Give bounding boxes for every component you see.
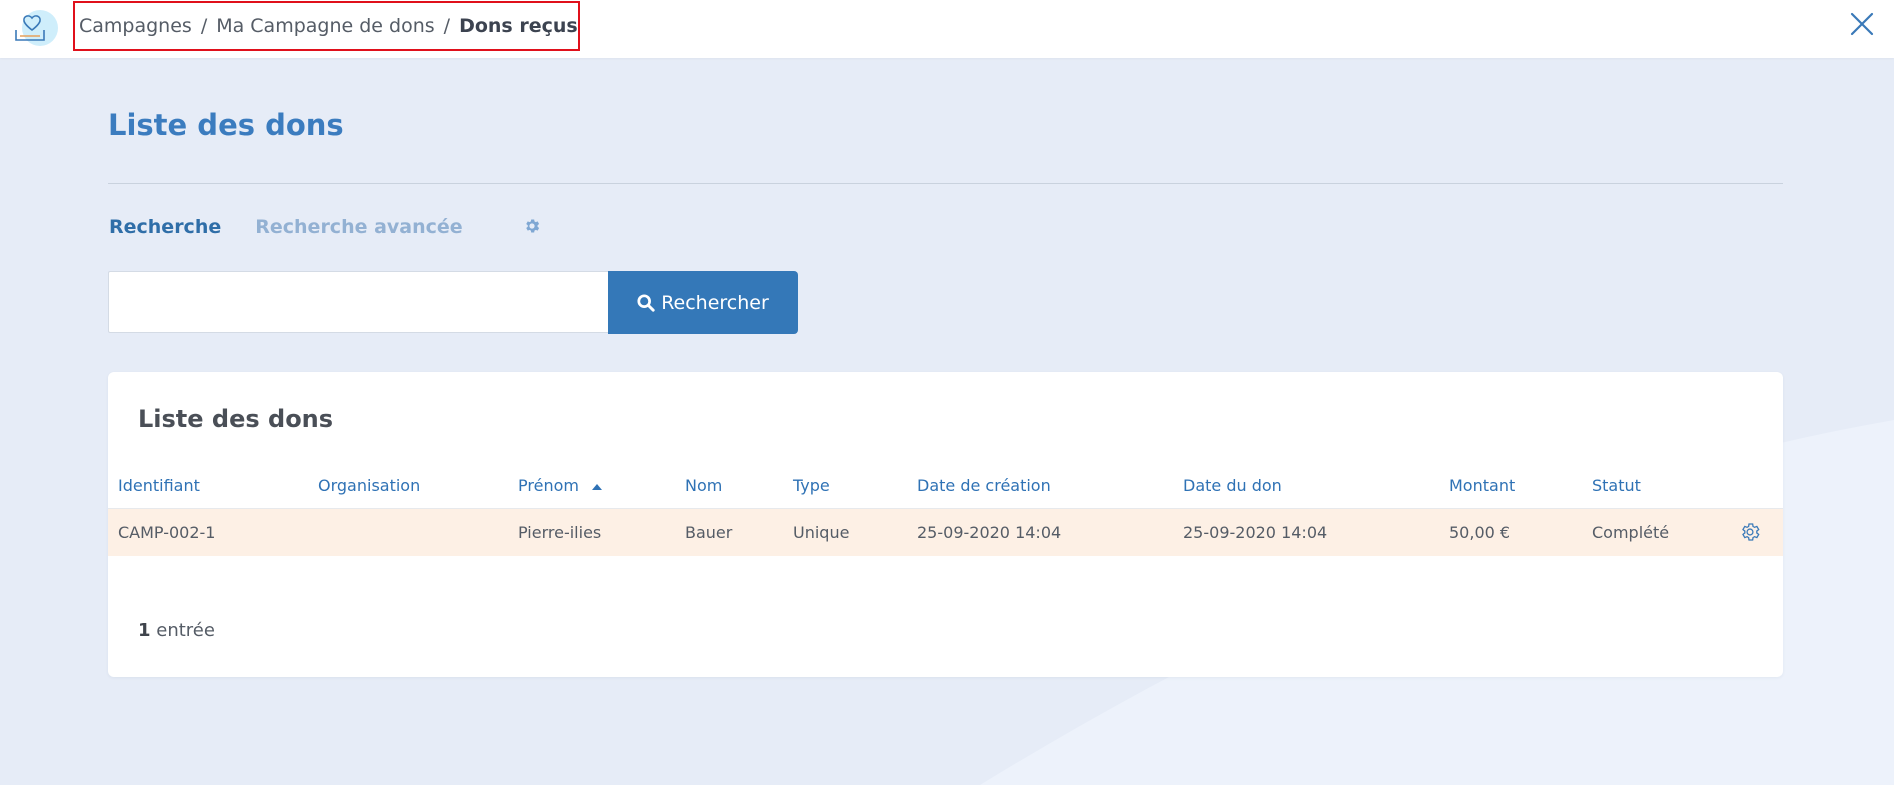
cell-date-don: 25-09-2020 14:04 [1173,508,1439,556]
column-header-date-creation[interactable]: Date de création [907,464,1173,509]
breadcrumb-separator: / [200,15,208,37]
card-title: Liste des dons [138,405,334,433]
cell-identifiant: CAMP-002-1 [108,508,308,556]
cell-organisation [308,508,508,556]
top-bar: Campagnes / Ma Campagne de dons / Dons r… [0,0,1894,58]
page-title: Liste des dons [108,108,344,142]
breadcrumb-item-campaign[interactable]: Ma Campagne de dons [216,15,434,37]
donations-table: Identifiant Organisation Prénom Nom Type… [108,464,1783,556]
column-header-montant[interactable]: Montant [1439,464,1582,509]
search-button-label: Rechercher [661,291,769,314]
search-button[interactable]: Rechercher [608,271,798,334]
search-input[interactable] [108,271,608,333]
close-icon[interactable] [1849,11,1875,37]
breadcrumb: Campagnes / Ma Campagne de dons / Dons r… [73,1,580,51]
tab-advanced-search[interactable]: Recherche avancée [255,216,462,238]
search-tabs: Recherche Recherche avancée [109,216,541,238]
donations-card: Liste des dons Identifiant Organisation … [108,372,1783,677]
cell-statut: Complété [1582,508,1729,556]
search-icon [637,293,655,312]
gear-icon[interactable] [523,217,541,235]
cell-montant: 50,00 € [1439,508,1582,556]
heart-hand-icon [15,10,58,46]
cell-date-creation: 25-09-2020 14:04 [907,508,1173,556]
column-header-type[interactable]: Type [783,464,907,509]
main-content: Liste des dons Recherche Recherche avanc… [0,0,1894,785]
entries-count-label: entrée [156,620,215,641]
column-header-statut[interactable]: Statut [1582,464,1729,509]
table-header-row: Identifiant Organisation Prénom Nom Type… [108,464,1783,509]
divider [108,183,1783,184]
table-row[interactable]: CAMP-002-1 Pierre-ilies Bauer Unique 25-… [108,508,1783,556]
cell-nom: Bauer [675,508,783,556]
breadcrumb-separator: / [443,15,451,37]
cell-type: Unique [783,508,907,556]
breadcrumb-current: Dons reçus [459,15,578,37]
sort-asc-icon [592,483,603,490]
column-header-prenom[interactable]: Prénom [508,464,675,509]
entries-count: 1 entrée [138,620,215,641]
column-header-prenom-label: Prénom [518,476,579,496]
column-header-nom[interactable]: Nom [675,464,783,509]
gear-icon[interactable] [1739,521,1761,543]
tab-search[interactable]: Recherche [109,216,221,238]
breadcrumb-item-campagnes[interactable]: Campagnes [79,15,192,37]
cell-prenom: Pierre-ilies [508,508,675,556]
column-header-identifiant[interactable]: Identifiant [108,464,308,509]
column-header-actions [1729,464,1783,509]
entries-count-number: 1 [138,620,151,641]
column-header-organisation[interactable]: Organisation [308,464,508,509]
column-header-date-don[interactable]: Date du don [1173,464,1439,509]
cell-actions [1729,508,1783,556]
